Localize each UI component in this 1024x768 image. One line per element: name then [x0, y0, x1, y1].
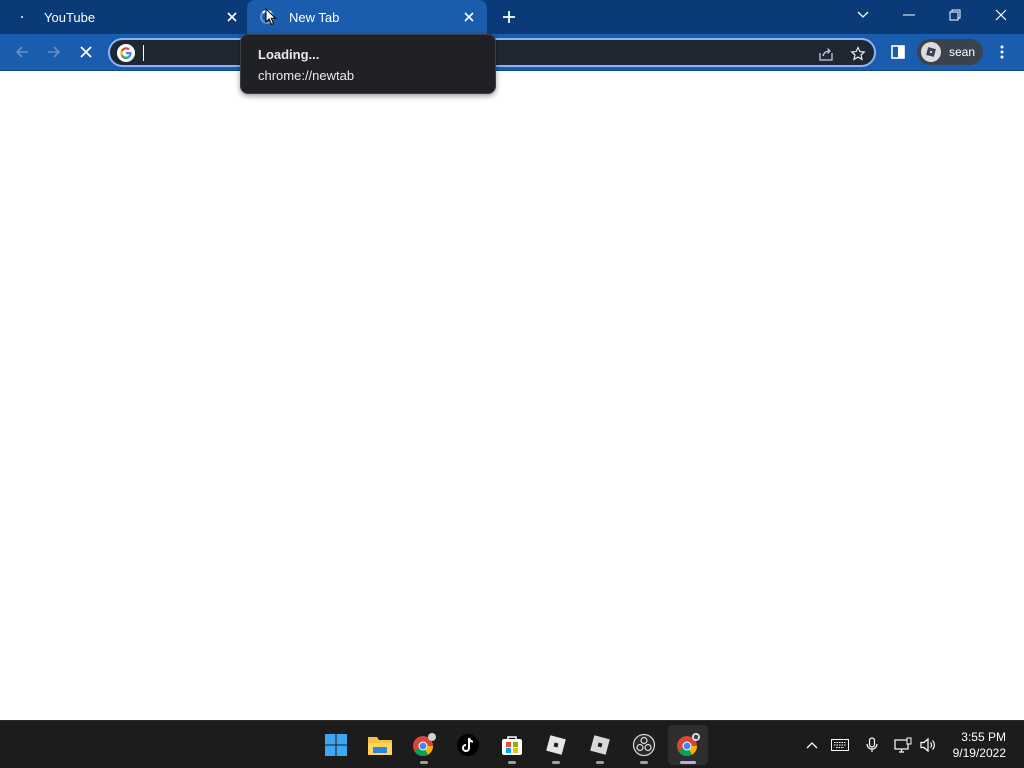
chrome-active-button[interactable] [668, 725, 708, 765]
tab-title: YouTube [44, 9, 96, 25]
clock-date: 9/19/2022 [952, 746, 1006, 760]
microphone-icon[interactable] [862, 735, 882, 755]
side-panel-button[interactable] [886, 40, 910, 64]
youtube-favicon-icon [14, 9, 30, 25]
forward-button[interactable] [42, 40, 66, 64]
tab-hover-card: Loading... chrome://newtab [240, 34, 496, 94]
chrome-menu-button[interactable] [990, 40, 1014, 64]
profile-button[interactable]: sean [917, 39, 983, 65]
browser-toolbar: sean [0, 34, 1024, 71]
running-indicator [420, 761, 428, 764]
running-indicator [552, 761, 560, 764]
page-content [0, 71, 1024, 720]
running-indicator [508, 761, 516, 764]
network-icon[interactable] [893, 735, 913, 755]
profile-name: sean [949, 45, 976, 59]
close-window-button[interactable] [978, 0, 1024, 30]
tab-title: New Tab [289, 9, 340, 25]
start-button[interactable] [316, 725, 356, 765]
chrome-taskbar-button[interactable] [404, 725, 444, 765]
close-tab-icon[interactable] [461, 9, 477, 25]
tooltip-url: chrome://newtab [258, 68, 355, 83]
running-indicator [596, 761, 604, 764]
tooltip-status: Loading... [258, 47, 320, 62]
file-explorer-button[interactable] [360, 725, 400, 765]
roblox-icon [546, 735, 566, 755]
roblox-avatar-icon [921, 42, 941, 62]
taskbar: 3:55 PM 9/19/2022 [0, 720, 1024, 768]
restore-button[interactable] [932, 0, 978, 30]
microsoft-store-button[interactable] [492, 725, 532, 765]
mouse-cursor-icon [265, 7, 277, 26]
taskbar-clock[interactable]: 3:55 PM 9/19/2022 [936, 729, 1006, 761]
roblox-button[interactable] [536, 725, 576, 765]
obs-icon [632, 733, 656, 757]
tiktok-icon [457, 734, 479, 756]
tab-youtube[interactable]: YouTube [0, 0, 246, 34]
google-icon [117, 44, 135, 62]
tiktok-button[interactable] [448, 725, 488, 765]
tab-new-tab[interactable]: New Tab [247, 0, 487, 34]
running-indicator [640, 761, 648, 764]
roblox-studio-button[interactable] [580, 725, 620, 765]
bookmark-star-icon[interactable] [848, 44, 868, 64]
windows-icon [325, 734, 347, 756]
roblox-studio-icon [590, 735, 610, 755]
minimize-button[interactable] [886, 0, 932, 30]
share-icon[interactable] [816, 44, 836, 64]
tab-search-button[interactable] [840, 0, 886, 30]
back-button[interactable] [10, 40, 34, 64]
folder-icon [368, 737, 392, 755]
obs-button[interactable] [624, 725, 664, 765]
volume-icon[interactable] [918, 735, 938, 755]
chrome-icon [413, 733, 436, 757]
close-tab-icon[interactable] [224, 9, 240, 25]
active-indicator [680, 761, 696, 764]
keyboard-icon[interactable] [830, 735, 850, 755]
stop-loading-button[interactable] [74, 40, 98, 64]
store-icon [502, 736, 522, 755]
chrome-icon [677, 733, 700, 757]
tab-strip: YouTube New Tab [0, 0, 1024, 34]
new-tab-button[interactable] [498, 6, 520, 28]
show-hidden-icons-icon[interactable] [802, 735, 822, 755]
clock-time: 3:55 PM [961, 730, 1006, 744]
